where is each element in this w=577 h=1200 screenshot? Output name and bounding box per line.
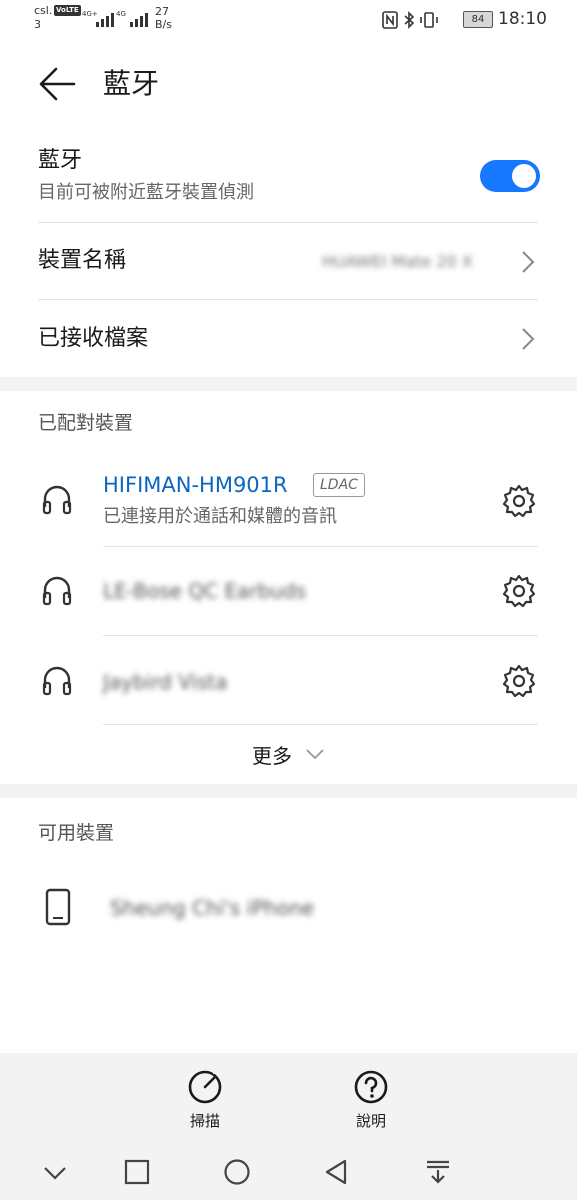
help-icon <box>354 1070 388 1104</box>
section-gap <box>0 784 577 798</box>
battery-icon: 84 <box>463 11 493 28</box>
device-name-label: 裝置名稱 <box>38 248 127 273</box>
status-bar: csl. 3 VoLTE 4G+ 4G 27 B/s 84 18:10 <box>0 0 577 38</box>
svg-text:4G: 4G <box>116 10 126 18</box>
device-name-value: HUAWEI Mate 20 X <box>322 252 473 271</box>
home-icon[interactable] <box>223 1158 251 1186</box>
bluetooth-label: 藍牙 <box>38 148 83 173</box>
headset-icon <box>42 576 72 606</box>
more-button[interactable]: 更多 <box>0 738 577 778</box>
device-name-row[interactable]: 裝置名稱 HUAWEI Mate 20 X <box>0 223 577 300</box>
back-arrow-icon[interactable] <box>38 66 76 102</box>
ldac-badge: LDAC <box>313 473 365 497</box>
more-label: 更多 <box>251 744 292 768</box>
chevron-right-icon <box>522 251 535 273</box>
received-files-label: 已接收檔案 <box>38 326 149 351</box>
device-status: 已連接用於通話和媒體的音訊 <box>103 506 337 527</box>
device-name: Jaybird Vista <box>103 670 228 694</box>
scan-icon <box>188 1070 222 1104</box>
help-label: 說明 <box>355 1112 386 1130</box>
chevron-down-icon <box>306 749 324 760</box>
bluetooth-icon <box>404 11 415 29</box>
network-speed: 27 B/s <box>155 5 172 31</box>
help-button[interactable]: 說明 <box>331 1069 411 1133</box>
chevron-right-icon <box>522 328 535 350</box>
back-nav-icon[interactable] <box>323 1158 351 1186</box>
notification-pull-icon[interactable] <box>424 1158 452 1186</box>
bottom-action-bar: 掃描 說明 <box>0 1053 577 1200</box>
carrier-label: csl. 3 <box>34 4 53 31</box>
available-section-title: 可用裝置 <box>38 822 115 844</box>
svg-text:4G+: 4G+ <box>82 10 98 18</box>
volte-badge: VoLTE <box>54 5 81 16</box>
collapse-icon[interactable] <box>41 1158 69 1186</box>
headset-icon <box>42 666 72 696</box>
recents-icon[interactable] <box>123 1158 151 1186</box>
phone-icon <box>45 888 71 926</box>
gear-icon[interactable] <box>501 663 537 699</box>
paired-device-row[interactable]: Jaybird Vista <box>0 636 577 724</box>
available-device-row[interactable]: Sheung Chi's iPhone <box>0 866 577 950</box>
paired-device-row[interactable]: LE-Bose QC Earbuds <box>0 547 577 635</box>
switch-knob <box>512 164 536 188</box>
clock: 18:10 <box>498 9 547 29</box>
bluetooth-switch[interactable] <box>480 160 540 192</box>
paired-section-title: 已配對裝置 <box>38 412 134 434</box>
vibrate-icon <box>420 12 438 28</box>
device-name: HIFIMAN-HM901R <box>103 473 288 497</box>
device-name: Sheung Chi's iPhone <box>110 896 315 920</box>
section-gap <box>0 377 577 391</box>
gear-icon[interactable] <box>501 483 537 519</box>
received-files-row[interactable]: 已接收檔案 <box>0 300 577 377</box>
nfc-icon <box>382 11 398 29</box>
page-title: 藍牙 <box>103 67 160 100</box>
gear-icon[interactable] <box>501 573 537 609</box>
paired-device-row[interactable]: HIFIMAN-HM901R 已連接用於通話和媒體的音訊 <box>0 456 577 546</box>
signal-icon: 4G <box>116 10 148 27</box>
divider <box>103 724 538 725</box>
bluetooth-subtitle: 目前可被附近藍牙裝置偵測 <box>38 182 254 203</box>
status-icons <box>382 11 438 29</box>
scan-button[interactable]: 掃描 <box>165 1069 245 1133</box>
scan-label: 掃描 <box>189 1112 220 1130</box>
device-name: LE-Bose QC Earbuds <box>103 579 306 603</box>
headset-icon <box>42 485 72 515</box>
